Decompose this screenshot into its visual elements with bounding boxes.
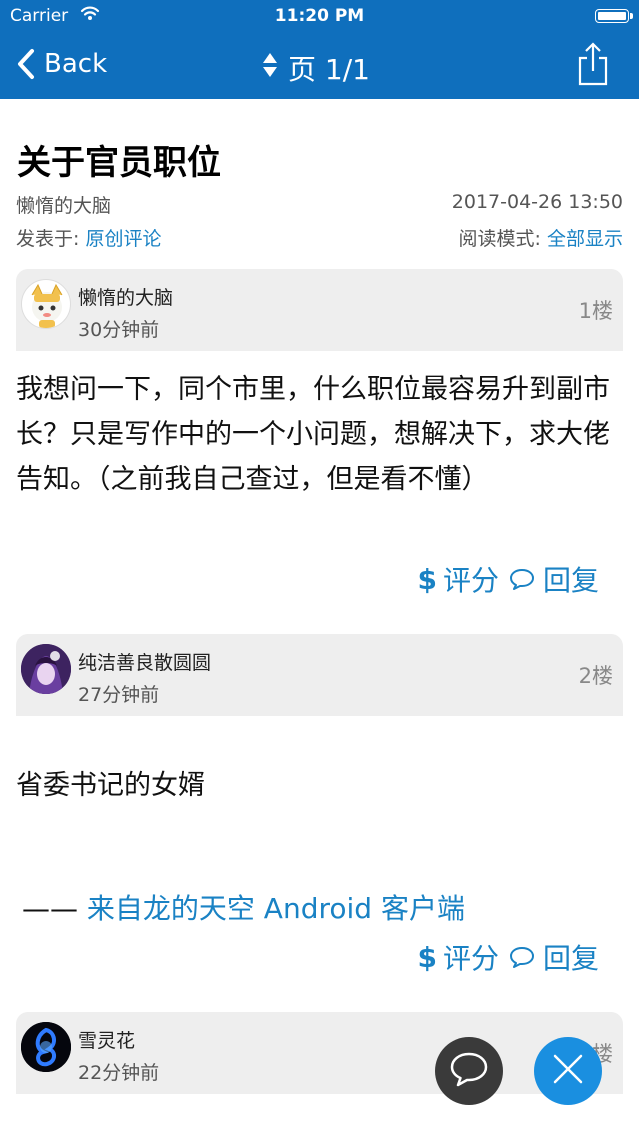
avatar[interactable]	[21, 1022, 71, 1072]
thread-datetime: 2017-04-26 13:50	[451, 191, 623, 213]
reply-button[interactable]: 回复	[509, 559, 599, 599]
post-actions: $ 评分 回复	[417, 559, 599, 599]
dollar-icon: $	[417, 940, 437, 974]
floor-time: 27分钟前	[78, 684, 160, 706]
posted-in-label: 发表于:	[16, 228, 80, 250]
thread-title: 关于官员职位	[17, 143, 221, 183]
top-bar: Carrier 11:20 PM Back 页 1/1	[0, 0, 639, 99]
back-label: Back	[44, 49, 108, 79]
comment-icon	[509, 946, 535, 968]
post-signature: —— 来自龙的天空 Android 客户端	[22, 887, 465, 927]
floor-header-3: 雪灵花 22分钟前 3楼	[16, 1012, 623, 1094]
floor-number: 1楼	[578, 299, 613, 323]
reply-label: 回复	[542, 942, 599, 975]
floor-username[interactable]: 纯洁善良散圆圆	[78, 648, 211, 675]
floor-header-1: 懒惰的大脑 30分钟前 1楼	[16, 269, 623, 351]
chat-fab-button[interactable]	[435, 1037, 503, 1105]
close-fab-button[interactable]	[534, 1037, 602, 1105]
thread-forum-line: 发表于: 原创评论	[16, 224, 161, 251]
avatar[interactable]	[21, 644, 71, 694]
close-icon	[552, 1053, 584, 1089]
post-body: 我想问一下，同个市里，什么职位最容易升到副市长？只是写作中的一个小问题，想解决下…	[16, 374, 610, 495]
read-mode-label: 阅读模式:	[458, 228, 541, 250]
comment-icon	[509, 568, 535, 590]
rate-label: 评分	[442, 564, 499, 597]
rate-button[interactable]: $ 评分	[417, 937, 499, 977]
floor-time: 22分钟前	[78, 1062, 160, 1084]
thread-author[interactable]: 懒惰的大脑	[16, 191, 111, 218]
floor-time: 30分钟前	[78, 319, 160, 341]
dollar-icon: $	[417, 562, 437, 596]
reply-button[interactable]: 回复	[509, 937, 599, 977]
rate-label: 评分	[442, 942, 499, 975]
floor-number: 2楼	[578, 664, 613, 688]
share-button[interactable]	[577, 42, 609, 90]
back-chevron-icon	[16, 48, 36, 80]
floor-username[interactable]: 懒惰的大脑	[78, 283, 173, 310]
rate-button[interactable]: $ 评分	[417, 559, 499, 599]
reply-label: 回复	[542, 564, 599, 597]
share-icon	[577, 42, 609, 90]
signature-source-link[interactable]: 来自龙的天空 Android 客户端	[87, 892, 465, 925]
page-selector[interactable]: 页 1/1	[262, 48, 370, 88]
sort-arrows-icon	[262, 52, 288, 85]
navigation-bar: Back 页 1/1	[0, 40, 639, 94]
status-bar: Carrier 11:20 PM	[0, 0, 639, 32]
avatar[interactable]	[21, 279, 71, 329]
forum-link[interactable]: 原创评论	[85, 228, 161, 250]
read-mode-line: 阅读模式: 全部显示	[459, 224, 623, 251]
battery-icon	[595, 9, 633, 23]
floor-header-2: 纯洁善良散圆圆 27分钟前 2楼	[16, 634, 623, 716]
back-button[interactable]: Back	[16, 48, 107, 80]
post-body: 省委书记的女婿	[16, 770, 205, 801]
signature-dash: ——	[22, 892, 78, 925]
read-mode-link[interactable]: 全部显示	[547, 228, 623, 250]
post-actions: $ 评分 回复	[417, 937, 599, 977]
page-label: 页 1/1	[288, 53, 370, 86]
status-time: 11:20 PM	[274, 6, 365, 26]
floor-username[interactable]: 雪灵花	[78, 1026, 135, 1053]
chat-bubble-icon	[449, 1051, 489, 1091]
